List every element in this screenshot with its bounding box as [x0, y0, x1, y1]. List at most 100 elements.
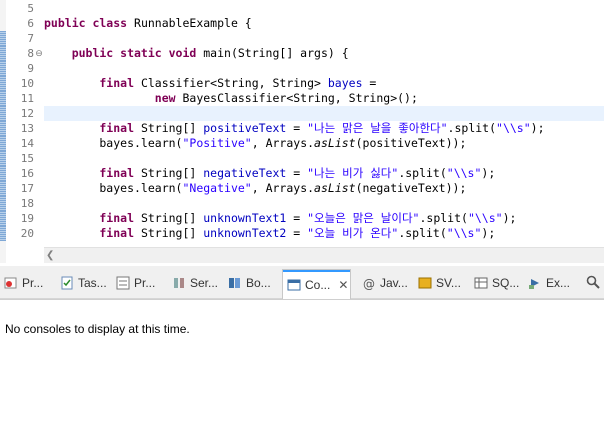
fold-toggle-icon[interactable]: ⊖: [34, 46, 44, 61]
svg-text:@: @: [363, 277, 375, 290]
code-token: "Positive": [182, 136, 252, 150]
code-token: String[]: [140, 121, 204, 135]
code-token: );: [502, 211, 517, 225]
tab-svn[interactable]: SV...: [418, 271, 461, 295]
tab-servers[interactable]: Ser...: [172, 271, 218, 295]
code-token: =: [286, 226, 308, 240]
tab-sql[interactable]: SQ...: [474, 271, 519, 295]
code-line[interactable]: bayes.learn("Positive", Arrays.asList(po…: [44, 136, 466, 151]
line-number: 12: [20, 107, 34, 120]
tab-problems[interactable]: Pr...: [4, 271, 43, 295]
properties-icon: [116, 276, 130, 290]
tab-label: Tas...: [78, 276, 107, 290]
code-line[interactable]: final String[] negativeText = "나는 비가 싫다"…: [44, 166, 495, 181]
code-token: "\\s": [467, 211, 503, 225]
tab-label: Co...: [305, 277, 331, 292]
code-token: String[]: [140, 166, 204, 180]
code-token: "\\s": [446, 166, 482, 180]
code-token: unknownText1: [203, 211, 287, 225]
code-token: unknownText2: [203, 226, 287, 240]
line-number: 13: [20, 122, 34, 135]
code-token: =: [286, 211, 308, 225]
line-number: 17: [20, 182, 34, 195]
bookmarks-icon: [229, 278, 240, 288]
tab-javadoc[interactable]: @ Jav...: [362, 271, 408, 295]
code-token: .split(: [398, 226, 447, 240]
code-token: bayes.learn(: [44, 181, 183, 195]
line-number: 7: [27, 32, 34, 45]
code-token: "나는 비가 싫다": [307, 166, 399, 180]
code-area[interactable]: public class RunnableExample { public st…: [44, 0, 604, 245]
tab-console[interactable]: Co... ✕: [282, 269, 352, 299]
code-token: );: [481, 226, 496, 240]
code-token: =: [286, 166, 308, 180]
code-token: );: [530, 121, 545, 135]
line-number: 9: [27, 62, 34, 75]
line-number: 11: [20, 92, 34, 105]
line-number: 18: [20, 197, 34, 210]
code-token: new: [44, 91, 183, 105]
line-number: 15: [20, 152, 34, 165]
sql-icon: [474, 277, 488, 289]
code-token: BayesClassifier<String, String>();: [182, 91, 418, 105]
tab-explorer[interactable]: Ex...: [528, 271, 570, 295]
tab-label: SV...: [436, 276, 461, 290]
explorer-icon: [529, 279, 539, 289]
servers-icon: [174, 278, 184, 288]
code-token: main(String[] args) {: [203, 46, 349, 60]
code-editor[interactable]: 5 6 7 8 ⊖ 9 10 11 12 13 14 15 16 17 18 19 20 public clas…: [0, 0, 604, 263]
bottom-panel: Pr... Tas... Pr... Ser... Bo... Co... ✕ @ Jav...…: [0, 266, 604, 436]
line-number: 16: [20, 167, 34, 180]
code-token: , Arrays.: [251, 136, 315, 150]
code-token: final: [44, 76, 141, 90]
tab-tasks[interactable]: Tas...: [60, 271, 107, 295]
code-line[interactable]: final Classifier<String, String> bayes =: [44, 76, 376, 91]
code-token: bayes: [327, 76, 363, 90]
code-line[interactable]: public class RunnableExample {: [44, 16, 252, 31]
code-token: "오늘은 맑은 날이다": [307, 211, 420, 225]
code-token: public class: [44, 16, 135, 30]
scroll-left-icon[interactable]: ❮: [46, 248, 54, 263]
line-number: 10: [20, 77, 34, 90]
close-icon[interactable]: ✕: [338, 278, 348, 292]
console-view: No consoles to display at this time.: [0, 299, 604, 436]
tab-properties[interactable]: Pr...: [116, 271, 155, 295]
code-token: positiveText: [203, 121, 287, 135]
code-line[interactable]: bayes.learn("Negative", Arrays.asList(ne…: [44, 181, 466, 196]
line-number: 5: [27, 2, 34, 15]
tab-label: Pr...: [22, 276, 44, 290]
code-token: asList: [314, 136, 356, 150]
code-token: .split(: [447, 121, 497, 135]
code-token: "나는 맑은 날을 좋아한다": [307, 121, 448, 135]
tab-bookmarks[interactable]: Bo...: [228, 271, 271, 295]
code-token: public static void: [44, 46, 204, 60]
line-number: 20: [20, 227, 34, 240]
tab-label: Bo...: [246, 276, 271, 290]
code-line[interactable]: final String[] unknownText2 = "오늘 비가 온다"…: [44, 226, 495, 241]
tab-label: Ex...: [546, 276, 571, 290]
tab-label: Ser...: [190, 276, 219, 290]
line-number: 6: [27, 17, 34, 30]
code-line[interactable]: public static void main(String[] args) {: [44, 46, 349, 61]
code-token: .split(: [398, 166, 447, 180]
code-token: RunnableExample {: [134, 16, 252, 30]
code-token: final: [44, 166, 141, 180]
code-token: (positiveText));: [355, 136, 467, 150]
code-token: =: [286, 121, 308, 135]
code-token: String[]: [140, 226, 204, 240]
problems-icon: [4, 277, 17, 289]
javadoc-icon: @: [363, 277, 375, 290]
code-token: (negativeText));: [355, 181, 467, 195]
horizontal-scrollbar[interactable]: ❮: [44, 247, 604, 263]
tab-label: Pr...: [134, 276, 156, 290]
code-token: "\\s": [446, 226, 482, 240]
search-icon[interactable]: [586, 275, 600, 289]
code-token: String[]: [140, 211, 204, 225]
code-line[interactable]: new BayesClassifier<String, String>();: [44, 91, 418, 106]
code-token: , Arrays.: [251, 181, 315, 195]
code-token: final: [44, 121, 141, 135]
code-line[interactable]: final String[] positiveText = "나는 맑은 날을 …: [44, 121, 545, 136]
code-token: "\\s": [496, 121, 531, 135]
code-token: .split(: [419, 211, 468, 225]
code-line[interactable]: final String[] unknownText1 = "오늘은 맑은 날이…: [44, 211, 516, 226]
